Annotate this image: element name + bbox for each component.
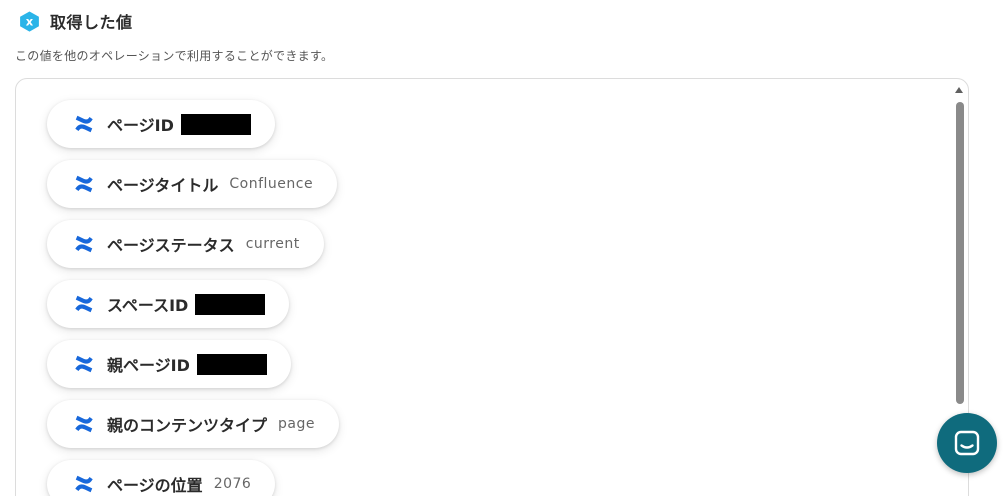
chat-button[interactable]: [937, 413, 997, 473]
variable-x-icon: x: [20, 10, 39, 32]
redacted-value: [196, 353, 267, 375]
section-header: x 取得した値: [18, 9, 133, 33]
value-pill[interactable]: ページタイトル Confluence: [47, 160, 338, 208]
value-row: 親ページID: [47, 340, 339, 400]
confluence-icon: [75, 175, 93, 193]
value-row: 親のコンテンツタイプ page: [47, 400, 339, 460]
page: x 取得した値 この値を他のオペレーションで利用することができます。 ページID…: [0, 0, 1004, 496]
value-label: ページタイトル: [107, 176, 219, 195]
value-label: ページの位置: [107, 476, 203, 495]
value-text: current: [245, 236, 300, 252]
section-description: この値を他のオペレーションで利用することができます。: [15, 49, 334, 63]
value-pill[interactable]: ページの位置 2076: [47, 460, 276, 496]
value-label: 親ページID: [107, 356, 190, 375]
confluence-icon: [75, 115, 93, 133]
value-row: ページID: [47, 100, 339, 160]
value-label: ページID: [107, 116, 174, 135]
chat-bubble-icon: [954, 430, 980, 456]
value-pill[interactable]: ページID: [47, 100, 275, 148]
redacted-value: [195, 293, 266, 315]
confluence-icon: [75, 295, 93, 313]
value-pill[interactable]: 親のコンテンツタイプ page: [47, 400, 339, 448]
section-title: 取得した値: [50, 13, 133, 32]
confluence-icon: [75, 415, 93, 433]
value-text: page: [278, 416, 315, 432]
value-text: Confluence: [229, 176, 314, 192]
value-pill[interactable]: ページステータス current: [47, 220, 324, 268]
values-panel: ページID ページタイトル Confluence ページステータス current …: [15, 78, 969, 496]
svg-text:x: x: [26, 14, 34, 28]
value-label: ページステータス: [107, 236, 235, 255]
value-label: 親のコンテンツタイプ: [107, 416, 268, 435]
value-row: ページタイトル Confluence: [47, 160, 339, 220]
value-row: ページステータス current: [47, 220, 339, 280]
value-list: ページID ページタイトル Confluence ページステータス current …: [47, 100, 339, 496]
value-pill[interactable]: スペースID: [47, 280, 290, 328]
value-label: スペースID: [107, 296, 189, 315]
scrollbar-thumb[interactable]: [956, 102, 964, 404]
redacted-value: [180, 113, 251, 135]
confluence-icon: [75, 355, 93, 373]
confluence-icon: [75, 235, 93, 253]
scroll-up-arrow[interactable]: [955, 87, 963, 93]
value-row: スペースID: [47, 280, 339, 340]
value-pill[interactable]: 親ページID: [47, 340, 291, 388]
confluence-icon: [75, 475, 93, 493]
value-row: ページの位置 2076: [47, 460, 339, 496]
value-text: 2076: [213, 476, 252, 492]
